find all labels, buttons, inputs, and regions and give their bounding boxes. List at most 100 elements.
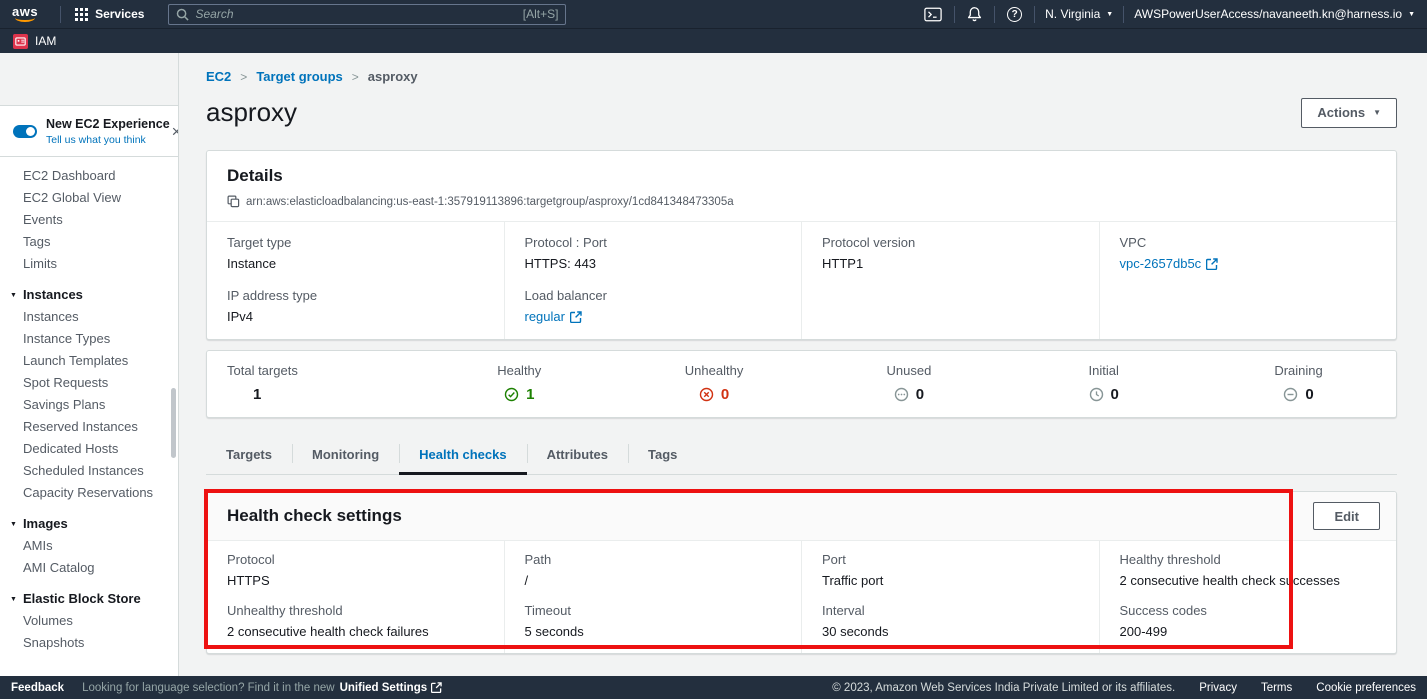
help-button[interactable]: ? (1005, 7, 1024, 22)
top-navigation-bar: aws Services [Alt+S] ? N. Virginia ▼ (0, 0, 1427, 28)
sidebar-item-ec2-global-view[interactable]: EC2 Global View (0, 187, 178, 209)
account-label: AWSPowerUserAccess/navaneeth.kn@harness.… (1134, 7, 1402, 21)
cookie-preferences-link[interactable]: Cookie preferences (1316, 682, 1416, 694)
cloudshell-button[interactable] (922, 7, 944, 22)
sidebar-item-savings-plans[interactable]: Savings Plans (0, 394, 178, 416)
terms-link[interactable]: Terms (1261, 682, 1292, 694)
chevron-down-icon: ▼ (10, 521, 17, 528)
dots-circle-icon (894, 387, 909, 402)
sidebar-item-reserved-instances[interactable]: Reserved Instances (0, 416, 178, 438)
close-icon[interactable]: × (170, 123, 179, 140)
field-port: Port Traffic port (822, 552, 1079, 588)
sidebar-nav: EC2 Dashboard EC2 Global View Events Tag… (0, 157, 178, 654)
tab-tags[interactable]: Tags (628, 438, 697, 474)
external-link-icon (1206, 258, 1218, 270)
aws-smile-icon (15, 16, 35, 22)
tab-monitoring[interactable]: Monitoring (292, 438, 399, 474)
field-interval: Interval 30 seconds (822, 603, 1079, 639)
sidebar-item-instance-types[interactable]: Instance Types (0, 328, 178, 350)
check-circle-icon (504, 387, 519, 402)
sidebar-item-tags[interactable]: Tags (0, 231, 178, 253)
tab-attributes[interactable]: Attributes (527, 438, 628, 474)
unused-count: Unused 0 (811, 363, 1006, 403)
sidebar-item-instances[interactable]: Instances (0, 306, 178, 328)
sidebar-section-images[interactable]: ▼Images (0, 513, 178, 535)
field-protocol: Protocol HTTPS (227, 552, 484, 588)
sidebar-section-instances[interactable]: ▼Instances (0, 284, 178, 306)
sidebar-item-capacity-reservations[interactable]: Capacity Reservations (0, 482, 178, 504)
sidebar: New EC2 Experience Tell us what you thin… (0, 53, 179, 676)
sidebar-item-events[interactable]: Events (0, 209, 178, 231)
sidebar-scrollbar[interactable] (171, 388, 176, 458)
new-ec2-experience-panel: New EC2 Experience Tell us what you thin… (0, 105, 178, 157)
breadcrumb-separator-icon: > (352, 70, 359, 84)
field-vpc: VPC vpc-2657db5c (1120, 235, 1377, 271)
terminal-icon (924, 7, 942, 22)
load-balancer-link[interactable]: regular (525, 309, 782, 324)
sidebar-item-ami-catalog[interactable]: AMI Catalog (0, 557, 178, 579)
global-search[interactable]: [Alt+S] (168, 4, 566, 25)
tab-health-checks[interactable]: Health checks (399, 438, 526, 474)
unified-settings-link[interactable]: Unified Settings (340, 682, 443, 694)
tab-targets[interactable]: Targets (206, 438, 292, 474)
sidebar-item-ec2-dashboard[interactable]: EC2 Dashboard (0, 165, 178, 187)
sidebar-item-snapshots[interactable]: Snapshots (0, 632, 178, 654)
field-load-balancer: Load balancer regular (525, 288, 782, 324)
sidebar-item-spot-requests[interactable]: Spot Requests (0, 372, 178, 394)
copyright-text: © 2023, Amazon Web Services India Privat… (832, 682, 1175, 694)
breadcrumb-current: asproxy (368, 69, 418, 84)
notifications-button[interactable] (965, 6, 984, 22)
edit-button[interactable]: Edit (1313, 502, 1380, 530)
footer: Feedback Looking for language selection?… (0, 676, 1427, 699)
breadcrumb-target-groups[interactable]: Target groups (256, 69, 342, 84)
services-menu-button[interactable]: Services (71, 7, 148, 21)
sidebar-item-scheduled-instances[interactable]: Scheduled Instances (0, 460, 178, 482)
account-menu[interactable]: AWSPowerUserAccess/navaneeth.kn@harness.… (1134, 7, 1415, 21)
draining-count: Draining 0 (1201, 363, 1396, 403)
chevron-down-icon: ▼ (10, 596, 17, 603)
field-protocol-version: Protocol version HTTP1 (822, 235, 1079, 271)
chevron-down-icon: ▼ (1373, 109, 1381, 116)
feedback-button[interactable]: Feedback (11, 682, 64, 694)
sidebar-item-dedicated-hosts[interactable]: Dedicated Hosts (0, 438, 178, 460)
details-title: Details (227, 166, 1376, 186)
total-targets: Total targets 1 (207, 363, 422, 403)
field-unhealthy-threshold: Unhealthy threshold 2 consecutive health… (227, 603, 484, 639)
sidebar-section-elastic-block-store[interactable]: ▼Elastic Block Store (0, 588, 178, 610)
sidebar-top-gap (0, 53, 178, 105)
aws-logo[interactable]: aws (12, 6, 38, 22)
clock-circle-icon (1089, 387, 1104, 402)
search-input[interactable] (195, 7, 516, 21)
sidebar-item-amis[interactable]: AMIs (0, 535, 178, 557)
divider (1034, 6, 1035, 23)
favorite-iam-link[interactable]: IAM (13, 34, 56, 49)
favorite-iam-label: IAM (35, 34, 56, 48)
field-timeout: Timeout 5 seconds (525, 603, 782, 639)
breadcrumb: EC2 > Target groups > asproxy (206, 69, 1397, 84)
divider (1123, 6, 1124, 23)
copy-icon[interactable] (227, 195, 240, 208)
tell-us-link[interactable]: Tell us what you think (46, 134, 170, 146)
favorites-bar: IAM (0, 28, 1427, 53)
field-protocol-port: Protocol : Port HTTPS: 443 (525, 235, 782, 271)
privacy-link[interactable]: Privacy (1199, 682, 1237, 694)
sidebar-item-limits[interactable]: Limits (0, 253, 178, 275)
breadcrumb-ec2[interactable]: EC2 (206, 69, 231, 84)
divider (994, 6, 995, 23)
initial-count: Initial 0 (1006, 363, 1201, 403)
target-group-arn: arn:aws:elasticloadbalancing:us-east-1:3… (246, 196, 734, 208)
search-icon (176, 8, 189, 21)
external-link-icon (570, 311, 582, 323)
sidebar-item-launch-templates[interactable]: Launch Templates (0, 350, 178, 372)
region-selector[interactable]: N. Virginia ▼ (1045, 7, 1113, 21)
app-grid-icon (75, 8, 88, 21)
search-shortcut-hint: [Alt+S] (523, 7, 559, 21)
sidebar-item-volumes[interactable]: Volumes (0, 610, 178, 632)
services-label: Services (95, 7, 144, 21)
vpc-link[interactable]: vpc-2657db5c (1120, 256, 1377, 271)
healthy-count: Healthy 1 (422, 363, 617, 403)
actions-button[interactable]: Actions ▼ (1301, 98, 1397, 128)
external-link-icon (431, 682, 442, 693)
breadcrumb-separator-icon: > (240, 70, 247, 84)
new-experience-toggle[interactable] (13, 125, 37, 138)
